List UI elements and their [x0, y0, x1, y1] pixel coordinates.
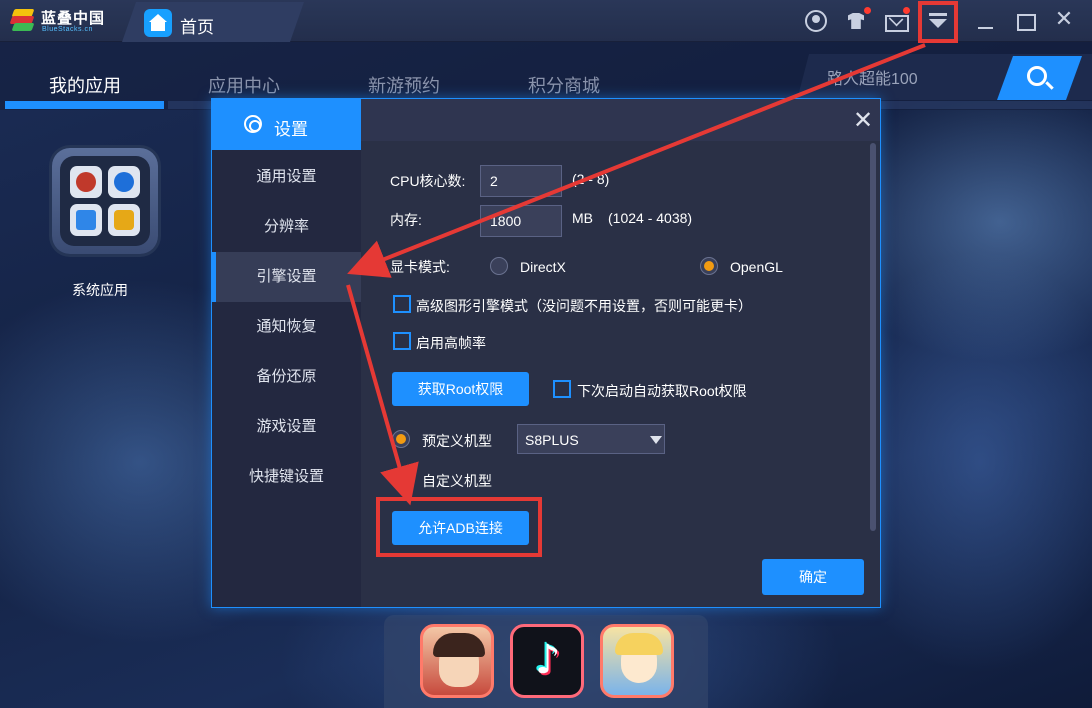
nav-active-indicator	[5, 101, 164, 109]
settings-sidebar: 设置 通用设置 分辨率 引擎设置 通知恢复 备份还原 游戏设置 快捷键设置	[212, 99, 361, 607]
file-manager-icon	[70, 204, 102, 236]
sidebar-item-resolution[interactable]: 分辨率	[212, 202, 361, 252]
chevron-down-icon	[650, 436, 662, 444]
notification-dot	[864, 7, 871, 14]
custom-model-radio[interactable]	[392, 470, 410, 488]
settings-icon	[70, 166, 102, 198]
custom-model-label: 自定义机型	[422, 473, 492, 489]
annotation-box-adb	[376, 497, 542, 557]
search-input[interactable]	[827, 68, 1017, 86]
device-model-value: S8PLUS	[525, 432, 579, 448]
sidebar-item-backup[interactable]: 备份还原	[212, 352, 361, 402]
advanced-graphics-label: 高级图形引擎模式（没问题不用设置，否则可能更卡）	[416, 298, 752, 314]
memory-unit: MB	[572, 210, 593, 226]
high-fps-checkbox[interactable]	[393, 332, 411, 350]
bluestacks-logo-icon	[9, 9, 36, 33]
mail-icon[interactable]	[884, 10, 909, 32]
shirt-icon[interactable]	[845, 10, 867, 32]
settings-dialog: 设置 通用设置 分辨率 引擎设置 通知恢复 备份还原 游戏设置 快捷键设置 ✕ …	[211, 98, 881, 608]
home-icon	[144, 9, 172, 37]
cpu-label: CPU核心数:	[390, 173, 466, 189]
bluestacks-logo: 蓝叠中国 BlueStacks.cn	[8, 6, 118, 36]
user-icon[interactable]	[805, 10, 827, 32]
dialog-title: 设置	[274, 120, 308, 139]
gpu-mode-label: 显卡模式:	[390, 259, 450, 275]
high-fps-label: 启用高帧率	[416, 335, 486, 351]
tab-home[interactable]: 首页	[122, 2, 304, 42]
memory-label: 内存:	[390, 212, 422, 228]
get-root-button[interactable]: 获取Root权限	[392, 372, 529, 406]
confirm-button[interactable]: 确定	[762, 559, 864, 595]
cpu-cores-input[interactable]	[480, 165, 562, 197]
opengl-label: OpenGL	[730, 259, 783, 275]
memory-range: (1024 - 4038)	[608, 210, 693, 226]
nav-points-mall[interactable]: 积分商城	[528, 72, 600, 98]
logo-subtext: BlueStacks.cn	[42, 26, 93, 33]
nav-new-games[interactable]: 新游预约	[368, 72, 440, 98]
system-apps-folder[interactable]	[52, 148, 158, 254]
sidebar-item-game[interactable]: 游戏设置	[212, 402, 361, 452]
auto-root-label: 下次启动自动获取Root权限	[577, 383, 747, 399]
browser-icon	[108, 166, 140, 198]
preset-model-label: 预定义机型	[422, 433, 492, 449]
dock-app-tiktok-icon[interactable]: ♪	[510, 624, 584, 698]
close-window-button[interactable]: ✕	[1052, 8, 1076, 32]
dialog-close-button[interactable]: ✕	[850, 107, 876, 133]
memory-input[interactable]	[480, 205, 562, 237]
device-model-select[interactable]: S8PLUS	[517, 424, 665, 454]
opengl-radio[interactable]	[700, 257, 718, 275]
auto-root-checkbox[interactable]	[553, 380, 571, 398]
gear-icon	[244, 115, 262, 133]
directx-radio[interactable]	[490, 257, 508, 275]
nav-my-apps[interactable]: 我的应用	[49, 72, 121, 98]
minimize-button[interactable]	[973, 10, 997, 34]
advanced-graphics-checkbox[interactable]	[393, 295, 411, 313]
directx-label: DirectX	[520, 259, 566, 275]
camera-icon	[108, 204, 140, 236]
nav-app-center[interactable]: 应用中心	[208, 72, 280, 98]
settings-scrollbar[interactable]	[870, 143, 876, 531]
app-dock: ♪	[384, 615, 708, 708]
logo-text: 蓝叠中国	[41, 10, 106, 27]
notification-dot	[903, 7, 910, 14]
sidebar-item-general[interactable]: 通用设置	[212, 152, 361, 202]
sidebar-item-notifications[interactable]: 通知恢复	[212, 302, 361, 352]
tab-home-label: 首页	[180, 18, 214, 37]
system-apps-label: 系统应用	[72, 282, 128, 298]
settings-header: 设置	[212, 99, 361, 150]
maximize-button[interactable]	[1013, 10, 1037, 34]
dialog-topbar	[361, 99, 880, 141]
dock-app-game-icon[interactable]	[420, 624, 494, 698]
preset-model-radio[interactable]	[392, 430, 410, 448]
sidebar-item-shortcuts[interactable]: 快捷键设置	[212, 452, 361, 502]
annotation-box-menu	[918, 1, 958, 43]
cpu-range: (2 - 8)	[572, 171, 610, 187]
sidebar-item-engine[interactable]: 引擎设置	[212, 252, 361, 302]
dock-app-anime-game-icon[interactable]	[600, 624, 674, 698]
